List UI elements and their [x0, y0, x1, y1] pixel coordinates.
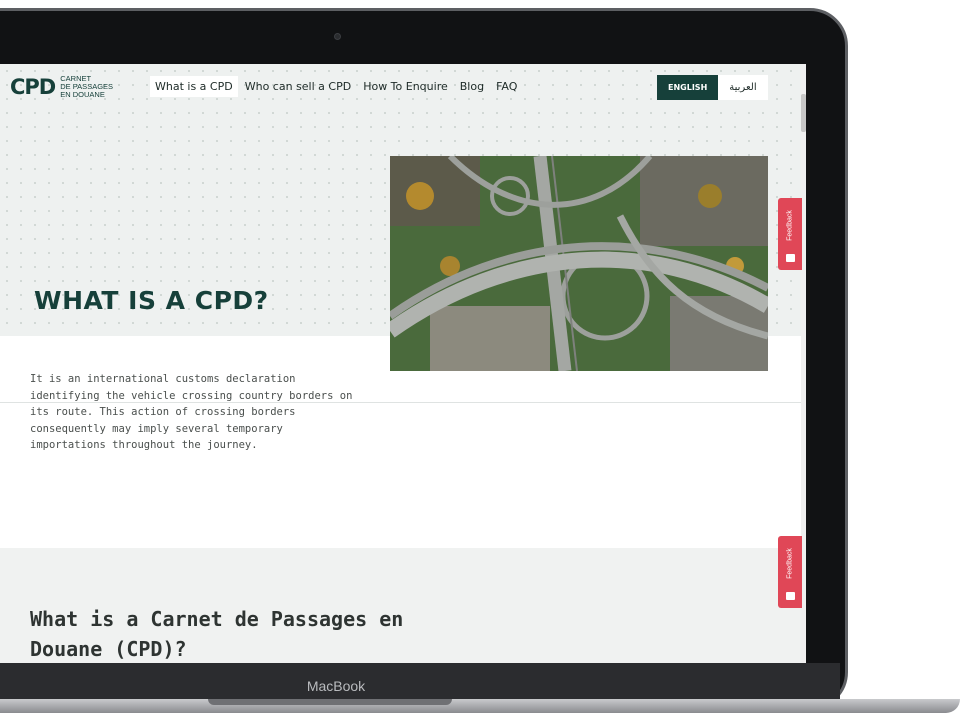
feedback-icon — [786, 254, 795, 262]
browser-screen: CPD Carnet de Passages en Douane What is… — [0, 64, 806, 663]
feedback-tab-top[interactable]: Feedback — [778, 198, 802, 270]
nav-faq[interactable]: FAQ — [491, 76, 522, 97]
english-button[interactable]: ENGLISH — [657, 75, 719, 100]
laptop-base — [0, 699, 960, 713]
nav-how-to-enquire[interactable]: How To Enquire — [358, 76, 453, 97]
language-switcher: ENGLISH العربية — [657, 75, 768, 100]
section-heading: What is a Carnet de Passages en Douane (… — [30, 607, 404, 661]
intro-paragraph: It is an international customs declarati… — [30, 373, 353, 451]
nav-who-can-sell[interactable]: Who can sell a CPD — [240, 76, 356, 97]
macbook-mockup: CPD Carnet de Passages en Douane What is… — [0, 0, 960, 723]
cpd-logo[interactable]: CPD Carnet de Passages en Douane — [10, 74, 114, 100]
laptop-notch — [208, 699, 452, 705]
feedback-label: Feedback — [786, 548, 794, 579]
scrollbar-thumb[interactable] — [801, 94, 806, 132]
logo-wordmark: Carnet de Passages en Douane — [60, 74, 114, 99]
page-title: WHAT IS A CPD? — [34, 286, 269, 315]
feedback-icon — [786, 592, 795, 600]
nav-blog[interactable]: Blog — [455, 76, 489, 97]
macbook-label: MacBook — [306, 678, 366, 694]
hero-image — [390, 156, 768, 371]
camera-icon — [334, 33, 341, 40]
logo-mark: CPD — [10, 75, 56, 99]
feedback-tab-bottom[interactable]: Feedback — [778, 536, 802, 608]
arabic-button[interactable]: العربية — [718, 75, 768, 100]
site-header: CPD Carnet de Passages en Douane What is… — [0, 64, 806, 110]
main-nav: What is a CPD Who can sell a CPD How To … — [150, 76, 524, 97]
nav-what-is-cpd[interactable]: What is a CPD — [150, 76, 238, 97]
feedback-label: Feedback — [786, 210, 794, 241]
